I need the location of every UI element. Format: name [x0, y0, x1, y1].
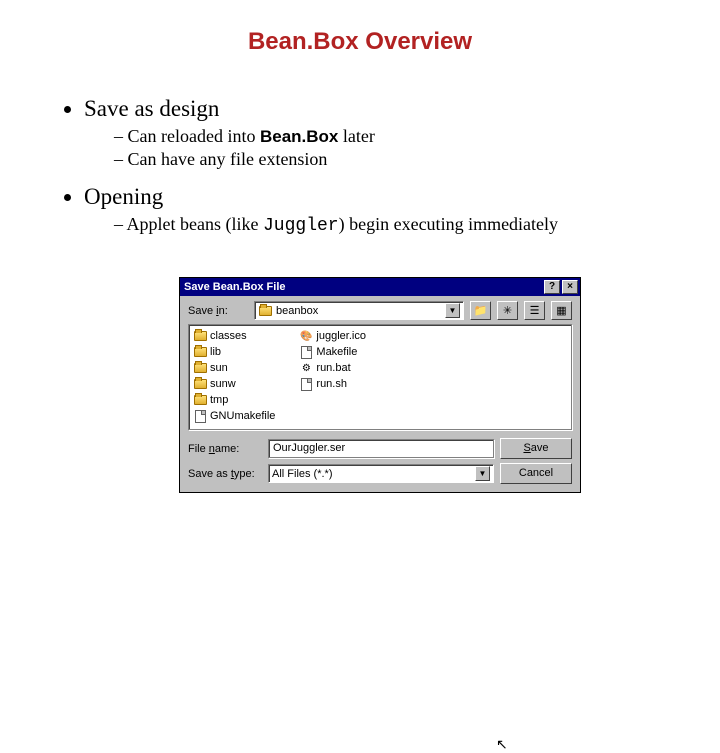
save-in-combo[interactable]: beanbox ▼	[254, 301, 464, 320]
app-icon: ⚙	[299, 362, 313, 375]
bullet-item-save: Save as design Can reloaded into Bean.Bo…	[84, 96, 680, 170]
mono-text: Juggler	[263, 216, 339, 236]
list-item[interactable]: ⚙run.bat	[299, 360, 374, 376]
save-button[interactable]: Save	[500, 438, 572, 459]
save-dialog: Save Bean.Box File ? × Save in: beanbox …	[179, 277, 581, 493]
folder-icon	[194, 363, 207, 373]
bullet-item-opening: Opening Applet beans (like Juggler) begi…	[84, 184, 680, 236]
dialog-title: Save Bean.Box File	[182, 281, 542, 293]
folder-icon	[194, 379, 207, 389]
slide-title: Bean.Box Overview	[40, 28, 680, 56]
folder-icon	[194, 331, 207, 341]
help-button[interactable]: ?	[544, 280, 560, 294]
save-in-label: Save in:	[188, 305, 248, 317]
chevron-down-icon[interactable]: ▼	[475, 466, 490, 481]
close-button[interactable]: ×	[562, 280, 578, 294]
cursor-icon: ↖	[496, 736, 508, 753]
bullet-label: Save as design	[84, 96, 219, 121]
file-list-pane[interactable]: classes lib sun sunw tmp GNUmakefile 🎨ju…	[188, 324, 572, 430]
list-item[interactable]: run.sh	[299, 376, 374, 392]
title-bar[interactable]: Save Bean.Box File ? ×	[180, 278, 580, 296]
file-icon	[301, 346, 312, 359]
up-icon: 📁	[474, 304, 488, 317]
bold-text: Bean.Box	[260, 127, 338, 146]
file-icon	[195, 410, 206, 423]
filename-label: File name:	[188, 443, 262, 455]
detail-icon: ▦	[556, 304, 566, 317]
list-item[interactable]: classes	[193, 328, 283, 344]
new-folder-button[interactable]: ✳	[497, 301, 518, 320]
sub-bullet: Can reloaded into Bean.Box later	[114, 126, 680, 147]
folder-icon	[259, 306, 272, 316]
new-folder-icon: ✳	[503, 304, 512, 317]
sub-bullet: Can have any file extension	[114, 149, 680, 170]
sub-bullet: Applet beans (like Juggler) begin execut…	[114, 214, 680, 236]
bullet-label: Opening	[84, 184, 163, 209]
folder-icon	[194, 347, 207, 357]
folder-icon	[194, 395, 207, 405]
filetype-combo[interactable]: All Files (*.*) ▼	[268, 464, 494, 483]
up-folder-button[interactable]: 📁	[470, 301, 491, 320]
list-item[interactable]: sun	[193, 360, 283, 376]
app-icon: 🎨	[299, 330, 313, 343]
filetype-value: All Files (*.*)	[272, 468, 333, 480]
cancel-button[interactable]: Cancel	[500, 463, 572, 484]
filename-input[interactable]: OurJuggler.ser	[268, 439, 494, 458]
list-icon: ☰	[530, 304, 540, 317]
file-icon	[301, 378, 312, 391]
bullet-list: Save as design Can reloaded into Bean.Bo…	[84, 96, 680, 236]
list-item[interactable]: sunw	[193, 376, 283, 392]
detail-view-button[interactable]: ▦	[551, 301, 572, 320]
list-item[interactable]: tmp	[193, 392, 283, 408]
chevron-down-icon[interactable]: ▼	[445, 303, 460, 318]
list-item[interactable]: GNUmakefile	[193, 408, 283, 424]
filetype-label: Save as type:	[188, 468, 262, 480]
list-item[interactable]: Makefile	[299, 344, 374, 360]
list-item[interactable]: 🎨juggler.ico	[299, 328, 374, 344]
list-item[interactable]: lib	[193, 344, 283, 360]
save-in-value: beanbox	[276, 305, 318, 317]
list-view-button[interactable]: ☰	[524, 301, 545, 320]
